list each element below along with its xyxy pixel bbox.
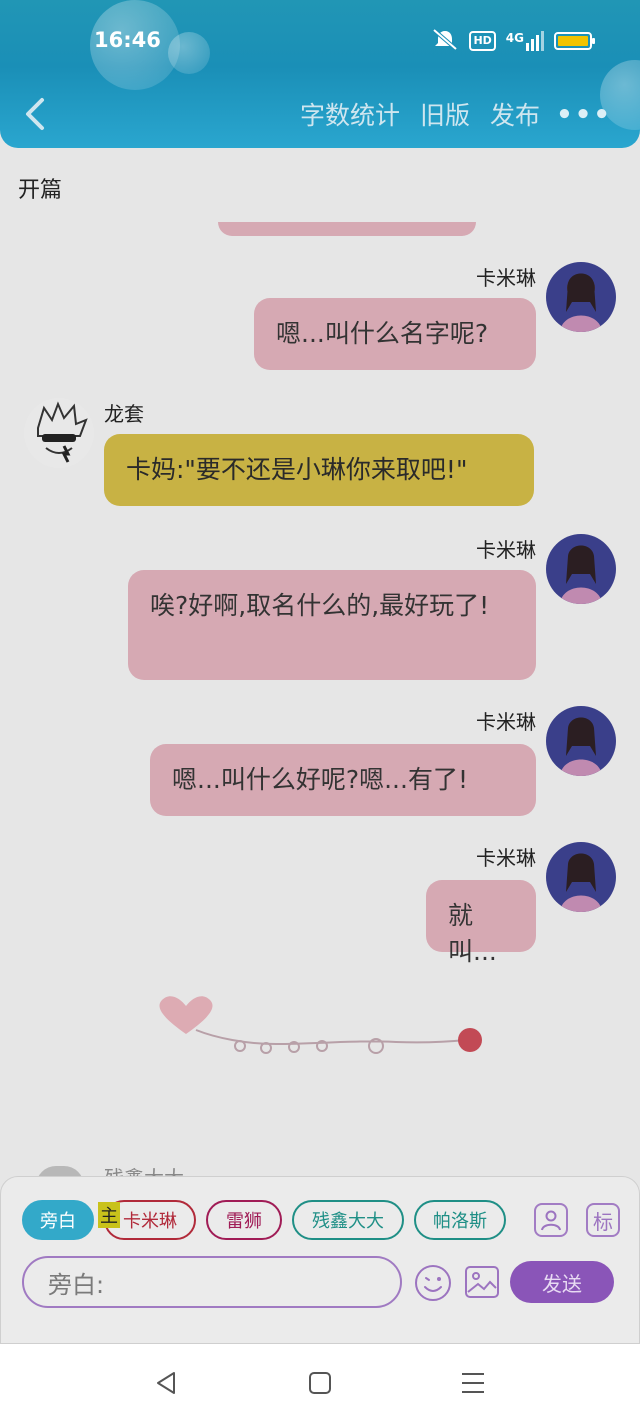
network-type: 4G bbox=[505, 31, 524, 45]
speaker-name: 卡米琳 bbox=[476, 710, 536, 734]
avatar[interactable] bbox=[546, 706, 616, 776]
section-title: 开篇 bbox=[18, 178, 63, 203]
menu-lines-icon bbox=[462, 1373, 484, 1393]
app-header: 16:46 HD 4G 字数统计 旧版 发布 ••• bbox=[0, 0, 640, 148]
input-placeholder: 旁白: bbox=[48, 1270, 105, 1299]
main-character-tag: 主 bbox=[98, 1202, 120, 1228]
status-time: 16:46 bbox=[94, 28, 161, 52]
status-icons: HD 4G bbox=[431, 28, 595, 54]
character-chip-paluosi[interactable]: 帕洛斯 bbox=[414, 1200, 506, 1240]
avatar[interactable] bbox=[24, 398, 94, 468]
image-icon bbox=[465, 1266, 499, 1298]
publish-button[interactable]: 发布 bbox=[490, 96, 540, 132]
speaker-name: 卡米琳 bbox=[476, 846, 536, 870]
avatar[interactable] bbox=[546, 534, 616, 604]
chevron-left-icon bbox=[26, 98, 44, 130]
smiley-icon bbox=[415, 1265, 451, 1301]
character-chip-canxin[interactable]: 残鑫大大 bbox=[292, 1200, 404, 1240]
message-bubble[interactable]: 唉?好啊,取名什么的,最好玩了! bbox=[128, 570, 536, 680]
back-button[interactable] bbox=[20, 94, 50, 134]
speaker-name: 卡米琳 bbox=[476, 266, 536, 290]
old-version-button[interactable]: 旧版 bbox=[420, 96, 470, 132]
hd-badge: HD bbox=[469, 31, 496, 51]
battery-icon bbox=[554, 32, 595, 50]
emoji-button[interactable] bbox=[414, 1264, 452, 1302]
system-nav-bar bbox=[0, 1344, 640, 1422]
system-menu-button[interactable] bbox=[458, 1368, 488, 1398]
message-bubble[interactable]: 嗯...叫什么好呢?嗯...有了! bbox=[150, 744, 536, 816]
signal-icon: 4G bbox=[506, 31, 544, 51]
word-count-button[interactable]: 字数统计 bbox=[300, 96, 400, 132]
square-home-icon bbox=[309, 1372, 331, 1394]
triangle-back-icon bbox=[157, 1372, 175, 1394]
character-chip-narration[interactable]: 旁白 bbox=[22, 1200, 94, 1240]
send-button[interactable]: 发送 bbox=[510, 1261, 614, 1303]
message-bubble[interactable]: 卡妈:"要不还是小琳你来取吧!" bbox=[104, 434, 534, 506]
image-button[interactable] bbox=[464, 1264, 500, 1300]
tag-button[interactable]: 标 bbox=[586, 1203, 620, 1237]
heart-divider-image bbox=[136, 986, 496, 1066]
header-actions: 字数统计 旧版 发布 bbox=[300, 96, 540, 132]
more-button[interactable]: ••• bbox=[556, 100, 612, 130]
decorative-bubble bbox=[168, 32, 210, 74]
character-chip-leishi[interactable]: 雷狮 bbox=[206, 1200, 282, 1240]
speaker-name: 卡米琳 bbox=[476, 538, 536, 562]
avatar[interactable] bbox=[546, 842, 616, 912]
speaker-name-peek: 残鑫大大 bbox=[104, 1162, 184, 1176]
person-icon bbox=[541, 1210, 561, 1231]
message-bubble[interactable]: 就叫... bbox=[426, 880, 536, 966]
character-selector: 旁白 卡米琳 雷狮 残鑫大大 帕洛斯 bbox=[22, 1200, 506, 1240]
message-bubble-partial bbox=[218, 222, 476, 236]
character-manage-button[interactable] bbox=[534, 1203, 568, 1237]
speaker-name: 龙套 bbox=[104, 402, 144, 426]
system-home-button[interactable] bbox=[305, 1368, 335, 1398]
avatar[interactable] bbox=[546, 262, 616, 332]
message-input[interactable]: 旁白: bbox=[22, 1256, 402, 1308]
message-bubble[interactable]: 嗯...叫什么名字呢? bbox=[254, 298, 536, 370]
mute-vibrate-icon bbox=[431, 28, 459, 54]
system-back-button[interactable] bbox=[152, 1368, 182, 1398]
